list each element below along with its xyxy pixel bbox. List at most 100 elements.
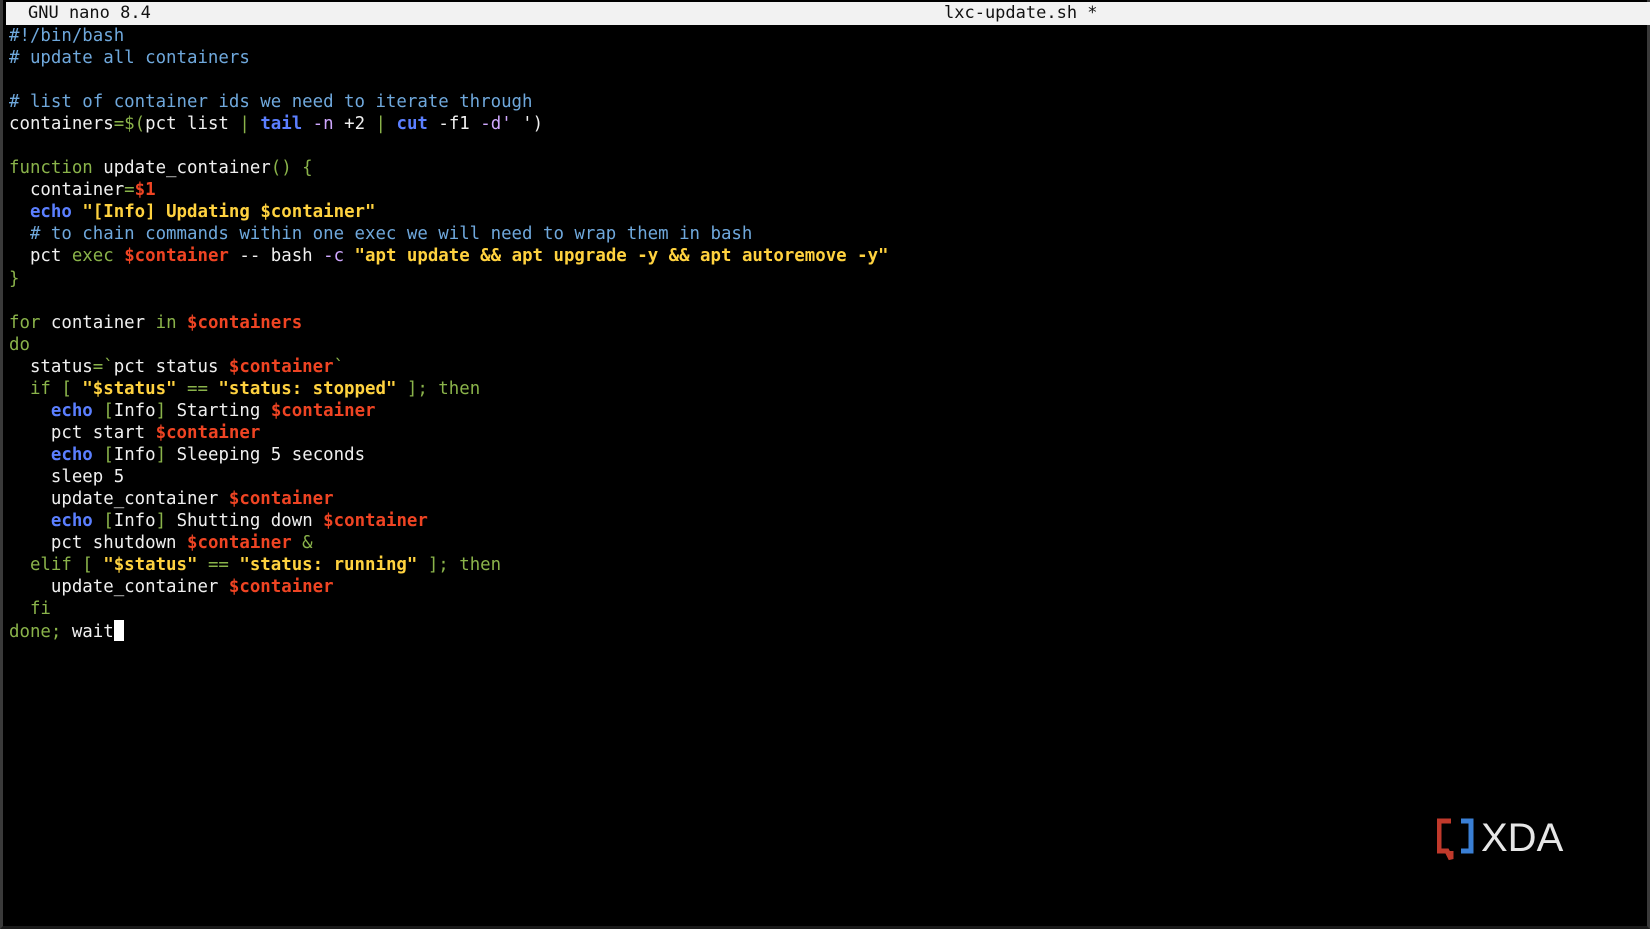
code-token: #!/bin/bash [9, 26, 125, 46]
code-token: container [50, 312, 156, 333]
text-cursor [113, 620, 124, 642]
code-token: Sleeping 5 seconds [176, 444, 366, 465]
code-token: do [9, 334, 30, 355]
code-token: # update all containers [9, 48, 250, 69]
code-token: =` [92, 356, 114, 377]
code-token: ]; then [417, 555, 502, 576]
code-token: in [155, 312, 188, 333]
xda-logo: XDA [1437, 816, 1564, 861]
code-token: pct shutdown [9, 533, 187, 554]
code-token: update_container [9, 577, 229, 598]
code-token: ` [333, 356, 345, 377]
code-line: echo [Info] Sleeping 5 seconds [9, 444, 1639, 466]
code-line: update_container $container [9, 488, 1639, 510]
code-token: [ [92, 444, 114, 465]
nano-title-bar: GNU nano 8.4 lxc-update.sh * [6, 2, 1650, 25]
app-version-label: GNU nano 8.4 [28, 3, 151, 23]
code-token: $container [124, 246, 229, 267]
code-token: ] [155, 444, 177, 465]
code-line: #!/bin/bash [9, 25, 1639, 47]
code-token: pct list [145, 114, 240, 135]
code-token: function [9, 158, 104, 179]
code-token: ') [522, 114, 544, 135]
code-line: for container in $containers [9, 312, 1639, 334]
code-token: cut [396, 114, 428, 135]
code-token: = [124, 180, 135, 201]
code-token: fi [9, 599, 51, 620]
code-token: == [176, 378, 219, 399]
code-line: update_container $container [9, 576, 1639, 598]
code-token: "[Info] Updating $container" [82, 202, 376, 223]
code-token: pct start [9, 422, 156, 443]
code-line: echo [Info] Starting $container [9, 400, 1639, 422]
code-token: echo [50, 400, 93, 421]
code-token: $container [228, 488, 334, 509]
code-token: "apt update && apt upgrade -y && apt aut… [354, 246, 889, 267]
logo-bracket-right [1461, 818, 1474, 854]
code-line: container=$1 [9, 179, 1639, 201]
code-token: [ [92, 511, 114, 532]
code-token: "status: running" [239, 555, 418, 576]
code-token: ] [155, 400, 177, 421]
code-line: containers=$(pct list | tail -n +2 | cut… [9, 113, 1639, 135]
code-line: pct exec $container -- bash -c "apt upda… [9, 245, 1639, 267]
code-line: pct start $container [9, 422, 1639, 444]
terminal-window: GNU nano 8.4 lxc-update.sh * #!/bin/bash… [0, 0, 1650, 929]
code-token: "$status" [103, 555, 198, 576]
code-line: fi [9, 598, 1639, 620]
code-token: pct status [113, 356, 229, 377]
logo-text: XDA [1481, 816, 1564, 860]
code-token: $container [187, 533, 292, 554]
code-line: elif [ "$status" == "status: running" ];… [9, 554, 1639, 576]
code-token: Info [113, 444, 156, 465]
editor-text-area[interactable]: #!/bin/bash # update all containers # list… [9, 25, 1639, 642]
code-token: Shutting down [176, 511, 324, 532]
code-token: # list of container ids we need to itera… [9, 92, 533, 113]
code-token: $1 [134, 180, 156, 201]
code-line: # list of container ids we need to itera… [9, 91, 1639, 113]
code-token: Info [113, 511, 156, 532]
code-token: $container [228, 577, 334, 598]
code-token: -d' [480, 114, 523, 135]
code-token: tail [260, 114, 303, 135]
code-line: function update_container() { [9, 157, 1639, 179]
code-token: done; [9, 622, 72, 643]
code-line: done; wait [9, 620, 1639, 642]
code-token: container [9, 180, 125, 201]
code-line: } [9, 268, 1639, 290]
code-token: update_container [9, 488, 229, 509]
code-token: "$status" [82, 378, 177, 399]
code-line: do [9, 334, 1639, 356]
code-token: -- bash [228, 246, 324, 267]
code-token: -f1 [427, 114, 481, 135]
code-token: echo [50, 511, 93, 532]
code-token: wait [71, 622, 114, 643]
code-token: | [375, 114, 397, 135]
code-line: echo [Info] Shutting down $container [9, 510, 1639, 532]
code-token: containers [9, 114, 114, 135]
code-token: -c [323, 246, 355, 267]
file-name-label: lxc-update.sh * [944, 3, 1098, 23]
code-token: exec [71, 246, 125, 267]
logo-bracket-left [1437, 818, 1454, 861]
code-token: sleep 5 [9, 466, 125, 487]
code-token: $container [270, 400, 376, 421]
code-token: =$( [113, 114, 146, 135]
code-line: pct shutdown $container & [9, 532, 1639, 554]
code-line: status=`pct status $container` [9, 356, 1639, 378]
code-token: () { [270, 158, 313, 179]
code-token: echo [50, 444, 93, 465]
code-token: "status: stopped" [218, 378, 397, 399]
code-token: $container [228, 356, 334, 377]
code-line: # update all containers [9, 47, 1639, 69]
code-token: $container [323, 511, 428, 532]
code-token: ]; then [396, 378, 481, 399]
code-token: Starting [176, 400, 271, 421]
code-token: +2 [344, 114, 376, 135]
code-token: $containers [187, 312, 303, 333]
